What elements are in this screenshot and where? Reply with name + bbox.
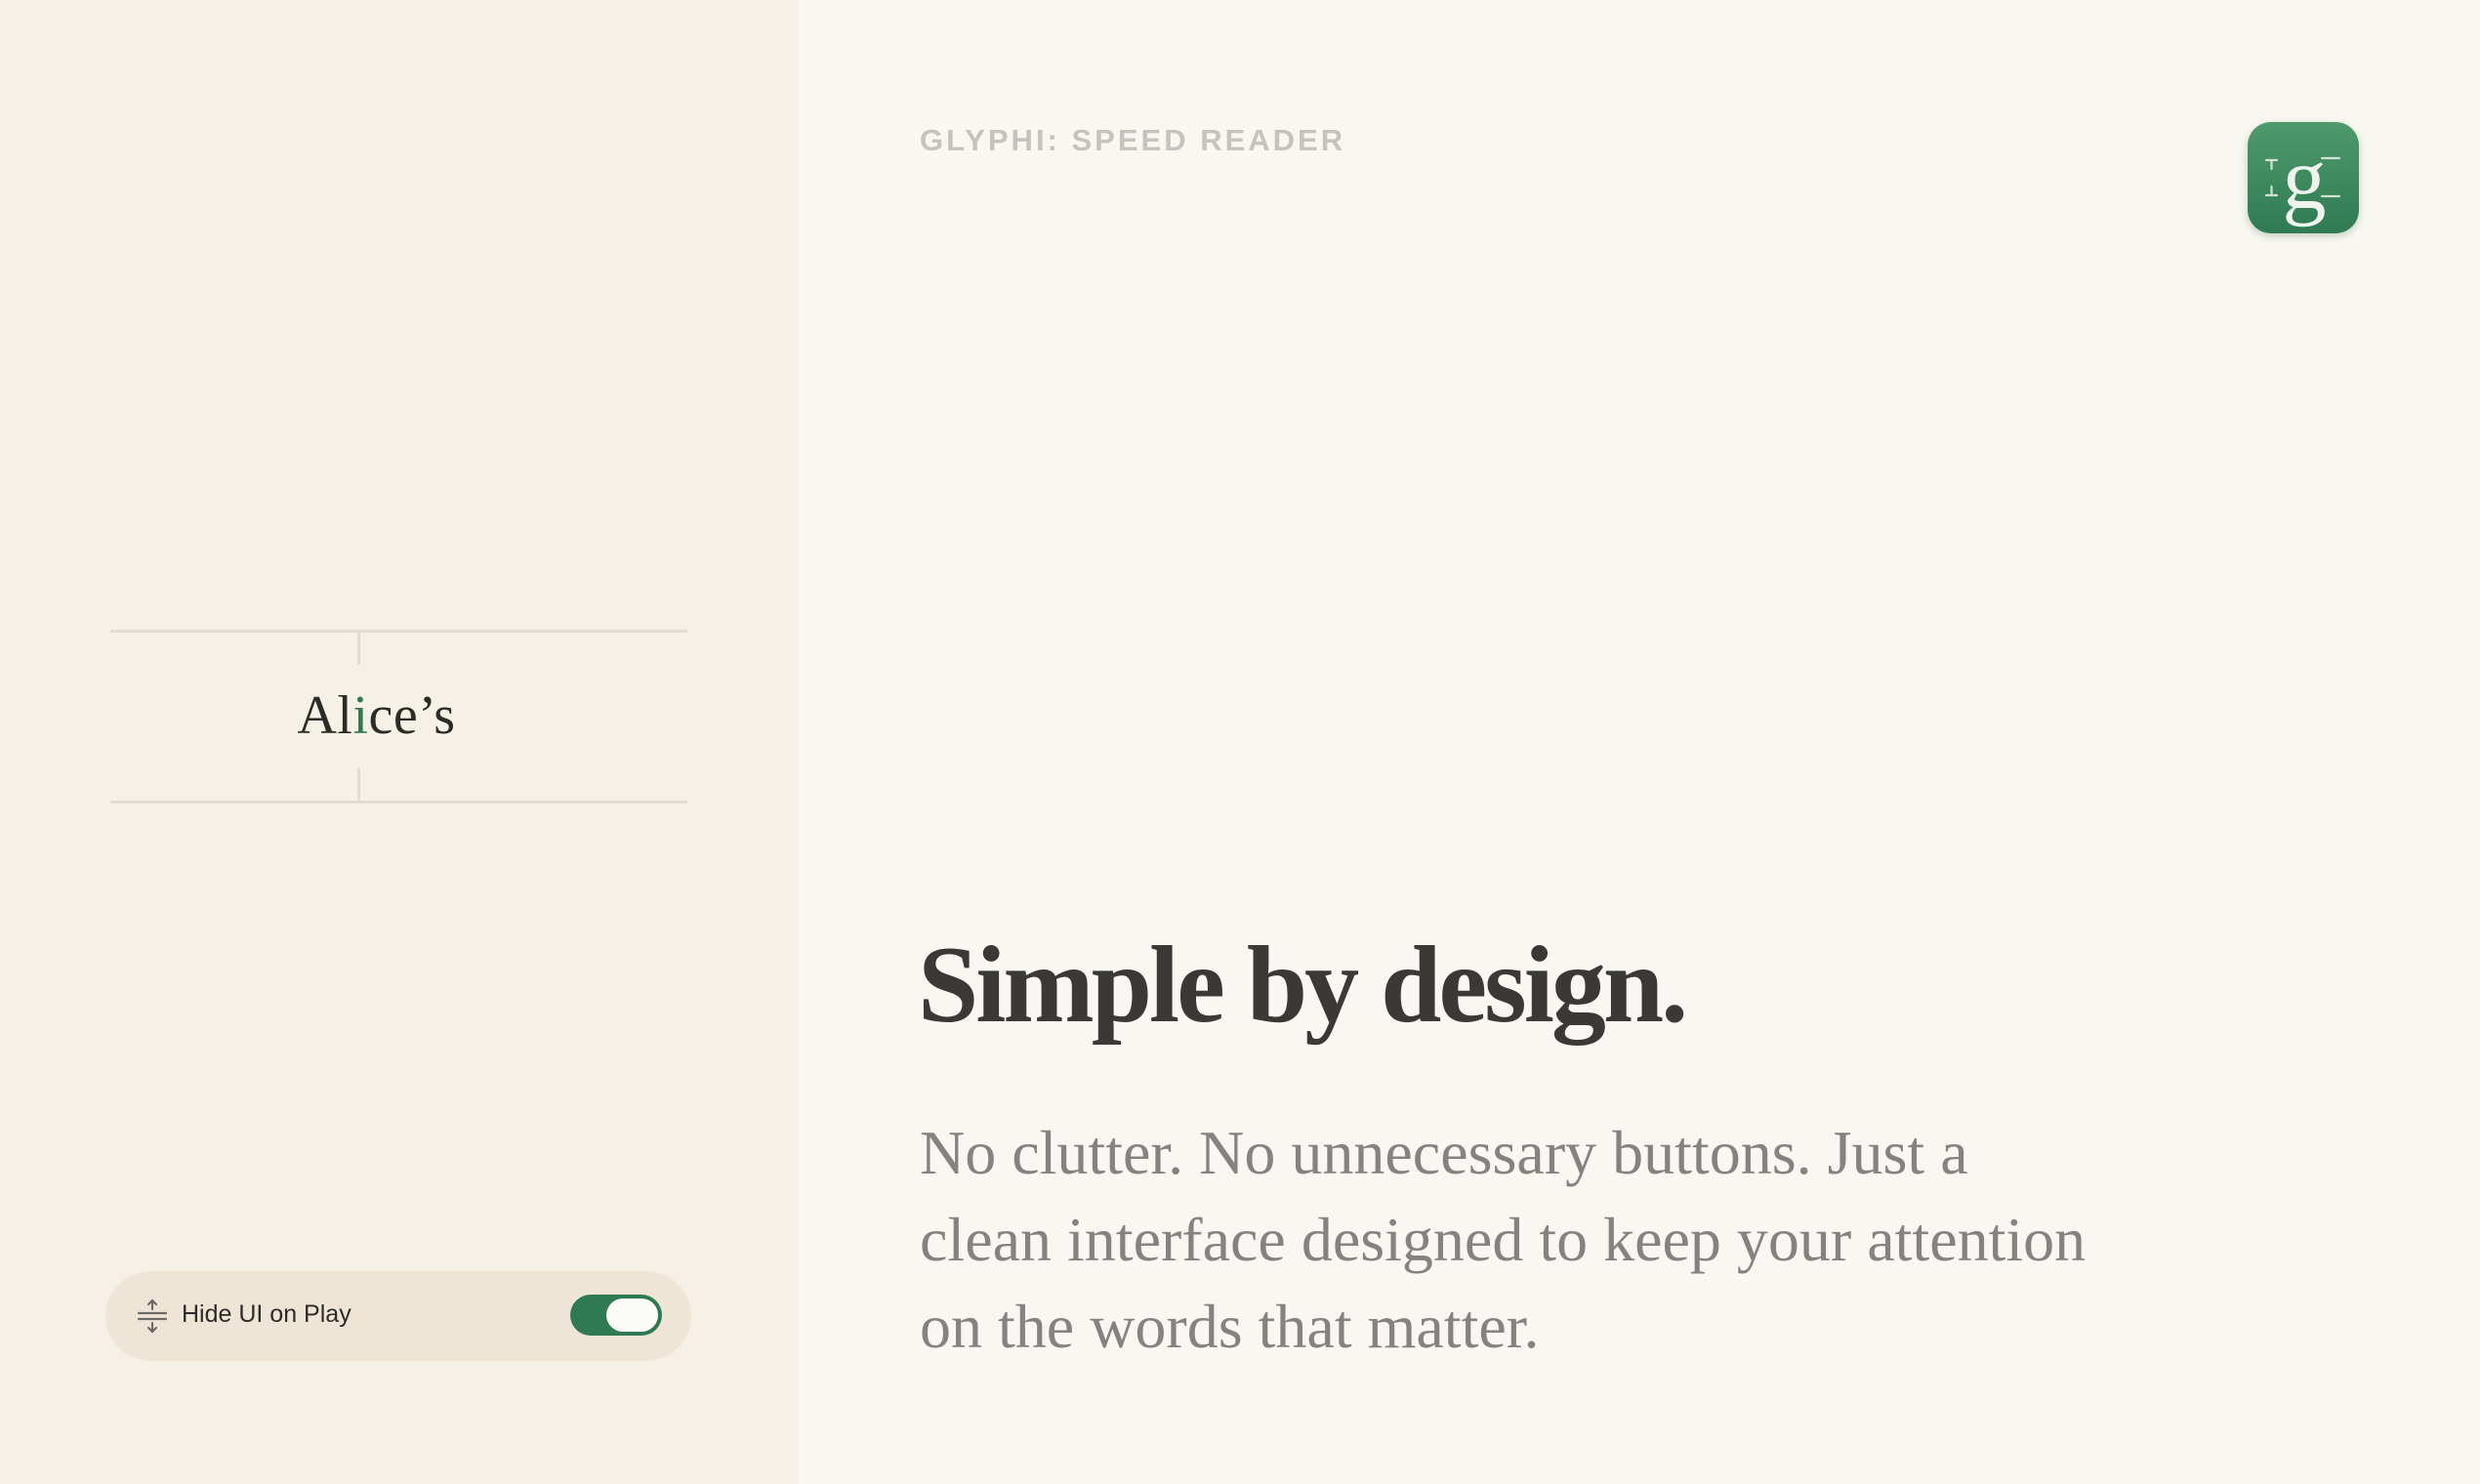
hide-ui-on-play-setting[interactable]: Hide UI on Play <box>105 1271 691 1361</box>
app-kicker: GLYPHI: SPEED READER <box>920 123 1346 157</box>
page-body-copy: No clutter. No unnecessary buttons. Just… <box>920 1118 2087 1361</box>
focus-marker-top <box>357 633 360 665</box>
reader-guide-top-line <box>110 630 687 633</box>
svg-text:g: g <box>2283 131 2327 227</box>
focus-letter: i <box>352 685 369 746</box>
word-before-focus: Al <box>297 685 353 746</box>
app-preview-panel: Alice’s Hide UI on Play <box>0 0 799 1484</box>
setting-label: Hide UI on Play <box>182 1300 351 1328</box>
speed-reader-display: Alice’s <box>110 630 687 804</box>
focus-marker-bottom <box>357 768 360 801</box>
reader-guide-bottom-line <box>110 801 687 804</box>
toggle-knob <box>606 1298 658 1332</box>
hide-ui-toggle[interactable] <box>570 1295 662 1336</box>
current-word: Alice’s <box>110 684 687 747</box>
expand-vertical-icon <box>135 1298 170 1334</box>
word-after-focus: ce’s <box>368 685 456 746</box>
glyphi-app-icon: g <box>2248 122 2359 233</box>
page-headline: Simple by design. <box>918 925 1688 1046</box>
